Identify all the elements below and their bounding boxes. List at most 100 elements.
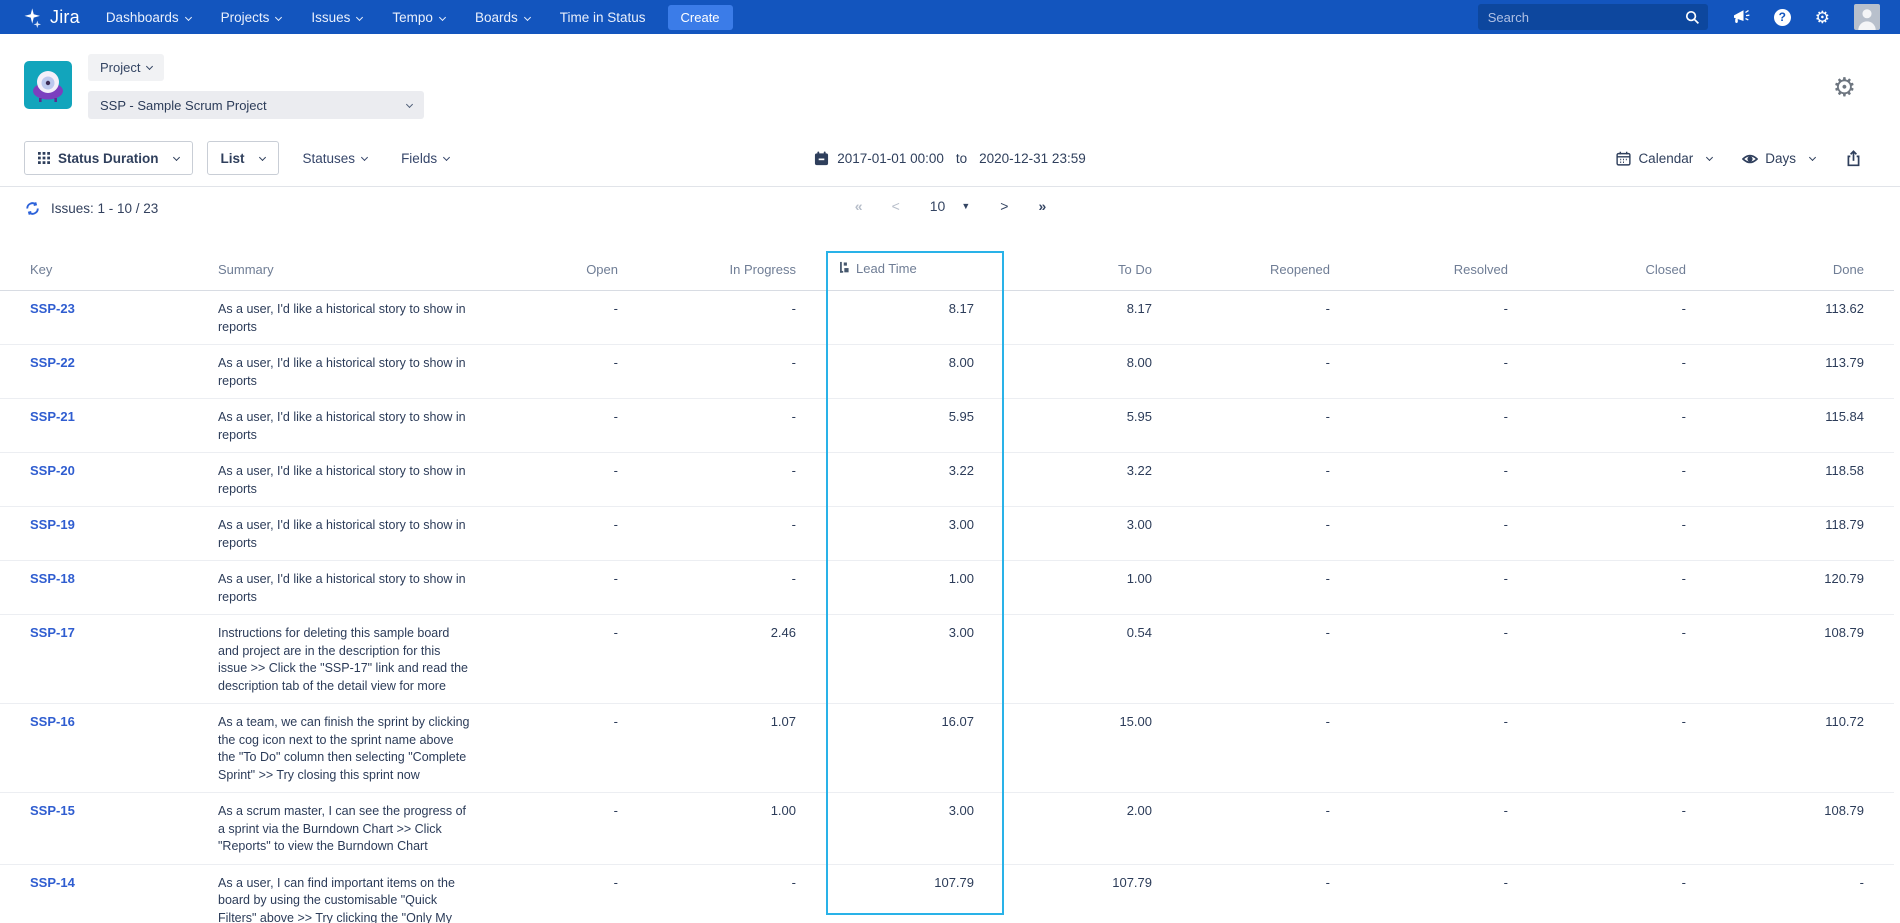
to-do-value-cell: 2.00 — [1004, 793, 1182, 865]
issue-key-cell: SSP-14 — [0, 864, 218, 923]
issue-key-link[interactable]: SSP-14 — [30, 875, 75, 890]
closed-value-cell: - — [1538, 793, 1716, 865]
project-avatar[interactable] — [24, 61, 72, 109]
date-to: 2020-12-31 23:59 — [979, 151, 1086, 166]
help-icon[interactable]: ? — [1774, 9, 1791, 26]
unit-dropdown[interactable]: Days — [1742, 151, 1815, 167]
pagination-prev-button[interactable]: < — [892, 198, 900, 214]
reopened-value-cell: - — [1182, 561, 1360, 615]
closed-value-cell: - — [1538, 615, 1716, 704]
issue-summary-cell: As a user, I can find important items on… — [218, 864, 470, 923]
table-header-row: Key Summary Open In Progress Lead Time T… — [0, 235, 1894, 291]
page-size-dropdown[interactable]: 10 ▼ — [930, 198, 971, 214]
issue-summary-cell: As a user, I'd like a historical story t… — [218, 399, 470, 453]
lead-time-value-cell: 5.95 — [826, 399, 1004, 453]
issue-summary-cell: Instructions for deleting this sample bo… — [218, 615, 470, 704]
resolved-value-cell: - — [1360, 399, 1538, 453]
search-input[interactable] — [1488, 10, 1685, 25]
navbar-menu-item[interactable]: Dashboards — [106, 10, 191, 25]
calendar-icon — [1616, 151, 1631, 166]
issue-key-link[interactable]: SSP-22 — [30, 355, 75, 370]
reopened-value-cell: - — [1182, 399, 1360, 453]
reopened-value-cell: - — [1182, 453, 1360, 507]
calendar-dropdown[interactable]: Calendar — [1616, 151, 1712, 166]
chevron-down-icon — [275, 13, 282, 20]
user-avatar[interactable] — [1854, 4, 1880, 30]
issue-key-link[interactable]: SSP-15 — [30, 803, 75, 818]
open-value-cell: - — [470, 399, 648, 453]
report-toolbar: Status Duration List Statuses Fields 201… — [0, 130, 1900, 187]
issue-summary-cell: As a user, I'd like a historical story t… — [218, 345, 470, 399]
chevron-down-icon — [406, 100, 413, 107]
issue-key-cell: SSP-20 — [0, 453, 218, 507]
to-do-value-cell: 107.79 — [1004, 864, 1182, 923]
column-header-resolved[interactable]: Resolved — [1360, 235, 1538, 291]
issues-bar: Issues: 1 - 10 / 23 « < 10 ▼ > » — [0, 187, 1900, 235]
to-do-value-cell: 15.00 — [1004, 704, 1182, 793]
issue-key-link[interactable]: SSP-21 — [30, 409, 75, 424]
project-scope-button[interactable]: Project — [88, 54, 164, 81]
pagination-next-button[interactable]: > — [1000, 198, 1008, 214]
issue-key-cell: SSP-15 — [0, 793, 218, 865]
issue-key-link[interactable]: SSP-17 — [30, 625, 75, 640]
pagination-first-button[interactable]: « — [855, 198, 862, 214]
reopened-value-cell: - — [1182, 615, 1360, 704]
to-do-value-cell: 3.22 — [1004, 453, 1182, 507]
to-do-value-cell: 3.00 — [1004, 507, 1182, 561]
issue-key-cell: SSP-22 — [0, 345, 218, 399]
open-value-cell: - — [470, 291, 648, 345]
jira-brand-text: Jira — [50, 7, 80, 28]
navbar-menu-item[interactable]: Boards — [475, 10, 530, 25]
column-header-in-progress[interactable]: In Progress — [648, 235, 826, 291]
chevron-down-icon — [1706, 154, 1713, 161]
column-header-key[interactable]: Key — [0, 235, 218, 291]
project-select[interactable]: SSP - Sample Scrum Project — [88, 91, 424, 119]
project-select-value: SSP - Sample Scrum Project — [100, 98, 267, 113]
megaphone-icon[interactable] — [1732, 8, 1750, 26]
column-header-to-do[interactable]: To Do — [1004, 235, 1182, 291]
search-icon[interactable] — [1685, 10, 1700, 25]
jira-logo[interactable]: Jira — [22, 7, 80, 28]
in-progress-value-cell: - — [648, 864, 826, 923]
chevron-down-icon — [356, 13, 363, 20]
navbar-menu-item[interactable]: Projects — [221, 10, 282, 25]
closed-value-cell: - — [1538, 345, 1716, 399]
issue-key-link[interactable]: SSP-23 — [30, 301, 75, 316]
settings-gear-icon[interactable]: ⚙ — [1833, 74, 1856, 100]
navbar-menu-item[interactable]: Tempo — [392, 10, 445, 25]
column-header-lead-time[interactable]: Lead Time — [826, 235, 1004, 291]
issue-key-cell: SSP-16 — [0, 704, 218, 793]
create-button[interactable]: Create — [668, 5, 733, 30]
issue-summary-text: As a user, I can find important items on… — [218, 875, 470, 923]
navbar-search[interactable] — [1478, 4, 1708, 30]
resolved-value-cell: - — [1360, 561, 1538, 615]
issue-key-link[interactable]: SSP-16 — [30, 714, 75, 729]
column-header-done[interactable]: Done — [1716, 235, 1894, 291]
issue-summary-text: As a team, we can finish the sprint by c… — [218, 714, 470, 784]
column-header-open[interactable]: Open — [470, 235, 648, 291]
issue-key-link[interactable]: SSP-19 — [30, 517, 75, 532]
jira-logo-icon — [22, 7, 43, 28]
navbar-menu-item[interactable]: Issues — [311, 10, 362, 25]
issue-key-cell: SSP-21 — [0, 399, 218, 453]
navbar-menu-item[interactable]: Time in Status — [560, 10, 646, 25]
table-row: SSP-16 As a team, we can finish the spri… — [0, 704, 1894, 793]
issue-summary-cell: As a user, I'd like a historical story t… — [218, 507, 470, 561]
column-header-closed[interactable]: Closed — [1538, 235, 1716, 291]
lead-time-value-cell: 3.22 — [826, 453, 1004, 507]
table-row: SSP-23 As a user, I'd like a historical … — [0, 291, 1894, 345]
page-size-value: 10 — [930, 198, 946, 214]
issue-summary-text: As a user, I'd like a historical story t… — [218, 571, 470, 606]
pagination-last-button[interactable]: » — [1038, 198, 1045, 214]
export-button[interactable] — [1845, 150, 1862, 167]
chevron-down-icon — [146, 63, 153, 70]
closed-value-cell: - — [1538, 864, 1716, 923]
issue-key-link[interactable]: SSP-18 — [30, 571, 75, 586]
column-header-summary[interactable]: Summary — [218, 235, 470, 291]
column-header-reopened[interactable]: Reopened — [1182, 235, 1360, 291]
resolved-value-cell: - — [1360, 291, 1538, 345]
date-range[interactable]: 2017-01-01 00:00 to 2020-12-31 23:59 — [0, 130, 1900, 187]
open-value-cell: - — [470, 793, 648, 865]
gear-icon[interactable]: ⚙ — [1815, 9, 1830, 26]
issue-key-link[interactable]: SSP-20 — [30, 463, 75, 478]
